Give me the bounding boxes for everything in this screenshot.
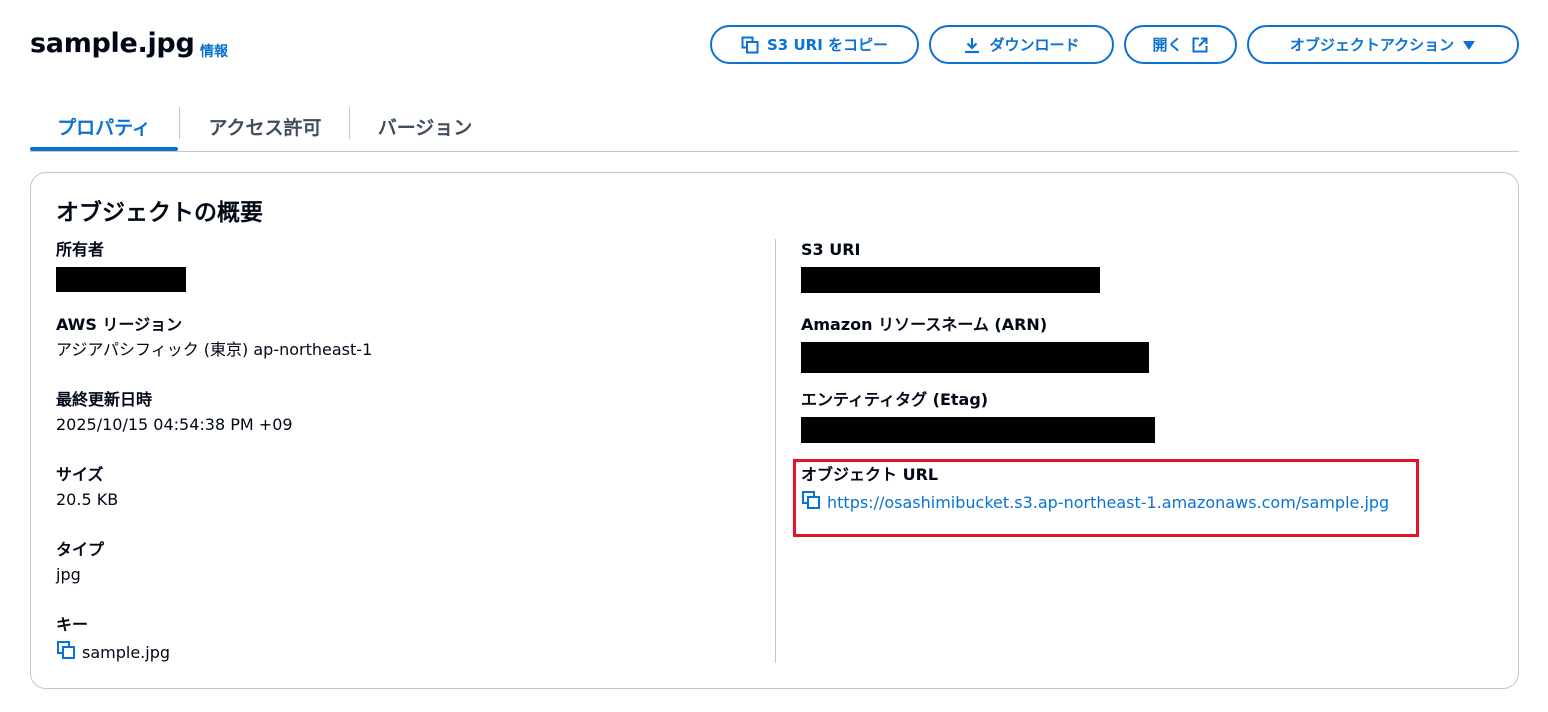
active-tab-indicator (30, 147, 178, 151)
key-copy-value: sample.jpg (56, 640, 170, 664)
arn-label: Amazon リソースネーム (ARN) (801, 315, 1048, 334)
tab-separator (179, 107, 180, 139)
download-icon (963, 36, 981, 54)
copy-icon (741, 36, 759, 54)
column-divider (775, 239, 776, 663)
size-label: サイズ (56, 465, 104, 484)
type-label: タイプ (56, 540, 105, 559)
open-button[interactable]: 開く (1124, 25, 1237, 64)
object-url-highlight-box (793, 459, 1419, 537)
download-button[interactable]: ダウンロード (929, 25, 1114, 64)
page-header: sample.jpg 情報 S3 URI をコピー ダウンロード 開く オブジェ… (0, 0, 1548, 90)
copy-icon[interactable] (56, 640, 76, 664)
info-link[interactable]: 情報 (200, 41, 228, 61)
arn-redacted-value (801, 342, 1149, 373)
tab-bar: プロパティ アクセス許可 バージョン (30, 100, 1519, 152)
external-link-icon (1191, 36, 1209, 54)
size-field: サイズ 20.5 KB (56, 464, 118, 511)
last-modified-field: 最終更新日時 2025/10/15 04:54:38 PM +09 (56, 389, 293, 436)
arn-field: Amazon リソースネーム (ARN) (801, 314, 1149, 373)
s3-uri-redacted-value (801, 267, 1100, 293)
panel-title: オブジェクトの概要 (56, 200, 263, 226)
type-field: タイプ jpg (56, 539, 104, 586)
owner-redacted-value (56, 267, 186, 292)
caret-down-icon (1462, 39, 1476, 51)
owner-label: 所有者 (56, 240, 105, 259)
object-actions-label: オブジェクトアクション (1289, 36, 1455, 54)
key-field: キー sample.jpg (56, 614, 170, 664)
object-overview-panel: オブジェクトの概要 所有者 AWS リージョン アジアパシフィック (東京) a… (30, 172, 1519, 689)
s3-uri-field: S3 URI (801, 239, 1100, 293)
key-label: キー (56, 615, 89, 634)
size-value: 20.5 KB (56, 490, 119, 509)
s3-uri-label: S3 URI (801, 240, 861, 259)
last-modified-label: 最終更新日時 (56, 390, 153, 409)
etag-field: エンティティタグ (Etag) (801, 389, 1155, 443)
copy-s3-uri-label: S3 URI をコピー (767, 36, 888, 54)
object-actions-button[interactable]: オブジェクトアクション (1247, 25, 1519, 64)
page-title: sample.jpg (30, 28, 195, 59)
tab-properties[interactable]: プロパティ (30, 100, 178, 152)
key-value: sample.jpg (82, 642, 171, 662)
region-field: AWS リージョン アジアパシフィック (東京) ap-northeast-1 (56, 314, 372, 361)
etag-label: エンティティタグ (Etag) (801, 390, 989, 409)
last-modified-value: 2025/10/15 04:54:38 PM +09 (56, 415, 293, 434)
owner-field: 所有者 (56, 239, 186, 292)
open-label: 開く (1152, 36, 1183, 54)
region-value: アジアパシフィック (東京) ap-northeast-1 (56, 340, 373, 359)
tab-permissions[interactable]: アクセス許可 (181, 100, 349, 152)
tab-separator (349, 107, 350, 139)
download-label: ダウンロード (989, 36, 1080, 54)
etag-redacted-value (801, 417, 1155, 443)
tab-versions[interactable]: バージョン (351, 100, 499, 152)
type-value: jpg (56, 565, 81, 584)
copy-s3-uri-button[interactable]: S3 URI をコピー (710, 25, 919, 64)
region-label: AWS リージョン (56, 315, 183, 334)
